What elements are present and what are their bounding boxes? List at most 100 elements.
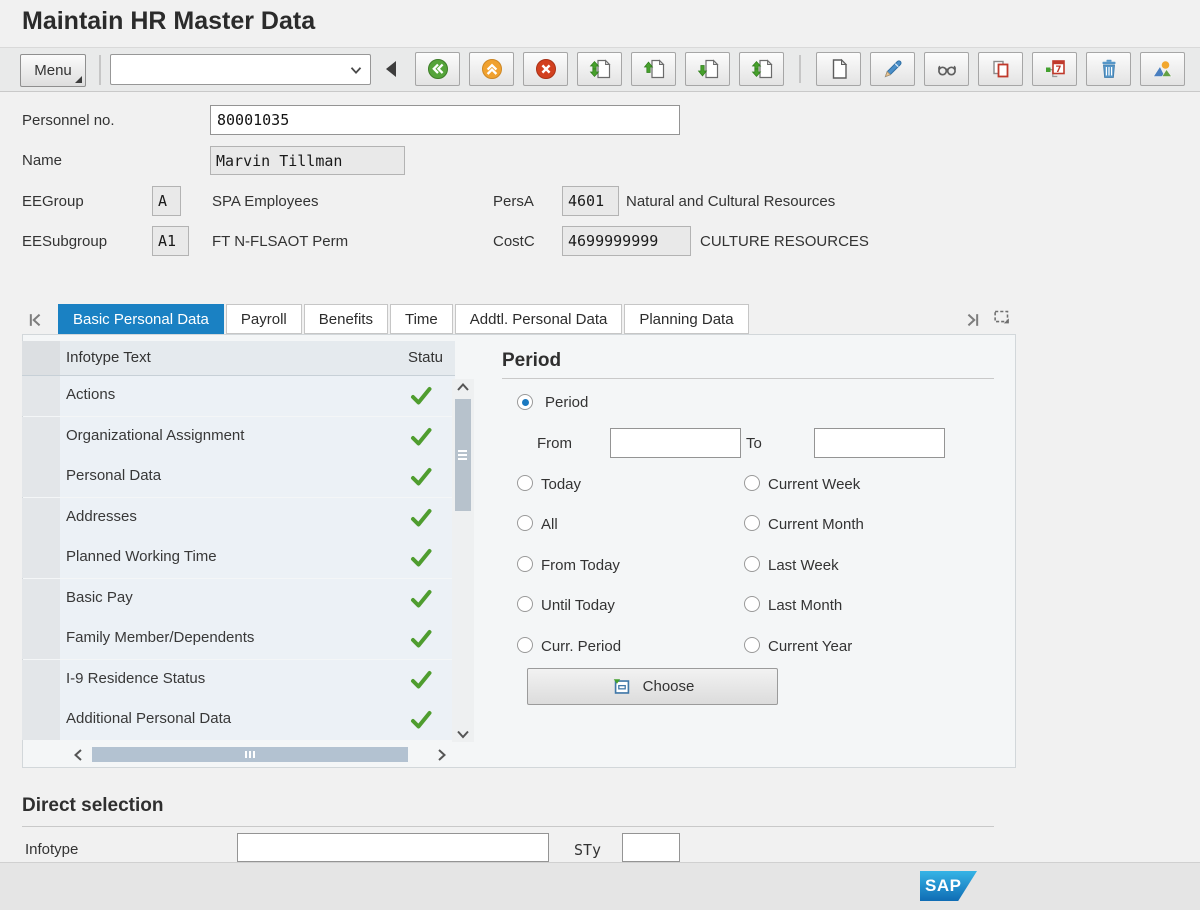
row-selector[interactable]: [22, 417, 60, 457]
scroll-tabs-right-button[interactable]: [963, 310, 983, 335]
row-selector[interactable]: [22, 700, 60, 740]
radio-all-label: All: [541, 516, 558, 533]
table-row-personal-data[interactable]: Personal Data: [22, 457, 455, 497]
horizontal-scrollbar[interactable]: [60, 745, 455, 764]
change-icon: [881, 57, 905, 81]
radio-all[interactable]: [517, 515, 533, 531]
exit-button[interactable]: [469, 52, 514, 86]
eegroup-field[interactable]: A: [152, 186, 181, 216]
row-selector[interactable]: [22, 376, 60, 416]
scroll-tabs-left-button[interactable]: [25, 310, 45, 335]
tab-time[interactable]: Time: [390, 304, 453, 334]
table-row-basic-pay[interactable]: Basic Pay: [22, 579, 455, 619]
tab-addtl-personal-data[interactable]: Addtl. Personal Data: [455, 304, 623, 334]
eesubgroup-text: FT N-FLSAOT Perm: [212, 233, 348, 250]
sty-input[interactable]: [622, 833, 680, 862]
tab-planning-data[interactable]: Planning Data: [624, 304, 748, 334]
create-button[interactable]: [816, 52, 861, 86]
table-row-planned-working-time[interactable]: Planned Working Time: [22, 538, 455, 578]
row-selector[interactable]: [22, 660, 60, 700]
status-check-icon: [409, 547, 433, 569]
radio-period[interactable]: [517, 394, 533, 410]
last-page-icon: [750, 57, 774, 81]
chevron-down-icon: [456, 729, 470, 739]
next-page-button[interactable]: [685, 52, 730, 86]
display-button[interactable]: [924, 52, 969, 86]
table-row-i9-residence-status[interactable]: I-9 Residence Status: [22, 660, 455, 700]
costc-field[interactable]: 4699999999: [562, 226, 691, 256]
radio-last-week-label: Last Week: [768, 557, 839, 574]
table-row-additional-personal-data[interactable]: Additional Personal Data: [22, 700, 455, 740]
row-selector[interactable]: [22, 498, 60, 538]
menu-dropdown-corner-icon: [75, 76, 82, 83]
table-row-organizational-assignment[interactable]: Organizational Assignment: [22, 417, 455, 457]
exit-icon: [480, 57, 504, 81]
last-page-button[interactable]: [739, 52, 784, 86]
radio-curr-period[interactable]: [517, 637, 533, 653]
previous-page-icon: [642, 57, 666, 81]
from-date-input[interactable]: [610, 428, 741, 458]
personnel-no-input[interactable]: [210, 105, 680, 135]
period-box-title: Period: [502, 350, 561, 372]
tab-basic-personal-data[interactable]: Basic Personal Data: [58, 304, 224, 334]
delimit-button[interactable]: 7: [1032, 52, 1077, 86]
copy-button[interactable]: [978, 52, 1023, 86]
selector-column-header[interactable]: [22, 341, 60, 375]
back-icon: [426, 57, 450, 81]
radio-current-month[interactable]: [744, 515, 760, 531]
table-row-family-member-dependents[interactable]: Family Member/Dependents: [22, 619, 455, 659]
scroll-down-button[interactable]: [452, 726, 474, 742]
back-button[interactable]: [415, 52, 460, 86]
choose-button[interactable]: Choose: [527, 668, 778, 705]
scroll-up-button[interactable]: [452, 379, 474, 395]
command-field[interactable]: [110, 54, 371, 85]
previous-page-button[interactable]: [631, 52, 676, 86]
command-input[interactable]: [115, 57, 344, 83]
change-button[interactable]: [870, 52, 915, 86]
column-header-status[interactable]: Statu: [408, 349, 443, 366]
choose-button-label: Choose: [643, 678, 695, 695]
row-selector[interactable]: [22, 579, 60, 619]
chevron-down-icon[interactable]: [347, 61, 365, 79]
scroll-right-button[interactable]: [432, 745, 452, 764]
radio-today[interactable]: [517, 475, 533, 491]
row-selector[interactable]: [22, 619, 60, 659]
vertical-scrollbar[interactable]: [452, 379, 474, 742]
table-row-addresses[interactable]: Addresses: [22, 498, 455, 538]
persa-field[interactable]: 4601: [562, 186, 619, 216]
scroll-left-button[interactable]: [68, 745, 88, 764]
radio-current-week[interactable]: [744, 475, 760, 491]
horizontal-scrollbar-thumb[interactable]: [92, 747, 408, 762]
menu-button-label: Menu: [34, 62, 72, 79]
radio-curr-period-label: Curr. Period: [541, 638, 621, 655]
tab-benefits[interactable]: Benefits: [304, 304, 388, 334]
eesubgroup-field[interactable]: A1: [152, 226, 189, 256]
copy-icon: [989, 57, 1013, 81]
radio-last-month[interactable]: [744, 596, 760, 612]
table-row-actions[interactable]: Actions: [22, 376, 455, 416]
status-check-icon: [409, 588, 433, 610]
vertical-scrollbar-thumb[interactable]: [455, 399, 471, 511]
overview-button[interactable]: [1140, 52, 1185, 86]
menu-button[interactable]: Menu: [20, 54, 86, 87]
tab-overview-button[interactable]: [991, 306, 1013, 333]
scroll-tabs-right-icon: [963, 310, 983, 330]
delete-button[interactable]: [1086, 52, 1131, 86]
toolbar-separator: [799, 55, 801, 83]
infotype-input[interactable]: [237, 833, 549, 862]
radio-current-year[interactable]: [744, 637, 760, 653]
page-title: Maintain HR Master Data: [22, 7, 315, 36]
collapse-toolbar-icon[interactable]: [386, 61, 396, 77]
radio-until-today[interactable]: [517, 596, 533, 612]
first-page-button[interactable]: [577, 52, 622, 86]
radio-last-month-label: Last Month: [768, 597, 842, 614]
from-label: From: [537, 435, 572, 452]
to-date-input[interactable]: [814, 428, 945, 458]
tab-payroll[interactable]: Payroll: [226, 304, 302, 334]
radio-last-week[interactable]: [744, 556, 760, 572]
row-selector[interactable]: [22, 538, 60, 578]
cancel-button[interactable]: [523, 52, 568, 86]
column-header-infotype-text[interactable]: Infotype Text: [66, 349, 151, 366]
row-selector[interactable]: [22, 457, 60, 497]
radio-from-today[interactable]: [517, 556, 533, 572]
